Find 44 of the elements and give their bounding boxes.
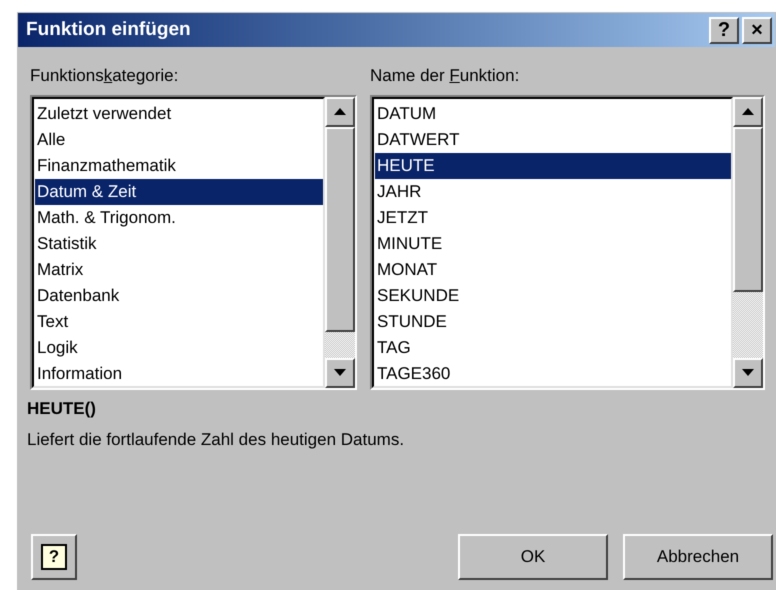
list-item[interactable]: Text	[35, 308, 323, 334]
list-item[interactable]: HEUTE	[375, 152, 731, 178]
ok-button[interactable]: OK	[458, 534, 608, 580]
list-item[interactable]: TAG	[375, 334, 731, 360]
function-signature: HEUTE()	[27, 398, 97, 420]
scroll-down-button[interactable]	[325, 358, 355, 388]
scroll-down-button[interactable]	[733, 358, 763, 388]
list-item[interactable]: SEKUNDE	[375, 282, 731, 308]
down-triangle-icon	[742, 369, 754, 376]
list-item[interactable]: JETZT	[375, 204, 731, 230]
list-item[interactable]: Datum & Zeit	[35, 178, 323, 204]
function-description: Liefert die fortlaufende Zahl des heutigen Datums.	[27, 429, 406, 451]
list-item[interactable]: Finanzmathematik	[35, 152, 323, 178]
scrollbar[interactable]	[325, 96, 355, 388]
list-item[interactable]: Logik	[35, 334, 323, 360]
help-title-button[interactable]: ?	[709, 16, 739, 44]
list-item[interactable]: Alle	[35, 126, 323, 152]
list-item[interactable]: DATWERT	[375, 126, 731, 152]
list-item[interactable]: MINUTE	[375, 230, 731, 256]
down-triangle-icon	[334, 369, 346, 376]
list-item[interactable]: Information	[35, 360, 323, 386]
scroll-up-button[interactable]	[325, 96, 355, 126]
window-title: Funktion einfügen	[26, 18, 191, 42]
list-item[interactable]: Matrix	[35, 256, 323, 282]
scroll-thumb[interactable]	[325, 126, 355, 332]
scroll-up-button[interactable]	[733, 96, 763, 126]
list-item[interactable]: Zuletzt verwendet	[35, 100, 323, 126]
list-item[interactable]: TAGE360	[375, 360, 731, 386]
list-item[interactable]: Math. & Trigonom.	[35, 204, 323, 230]
list-item[interactable]: DATUM	[375, 100, 731, 126]
up-triangle-icon	[334, 108, 346, 115]
scroll-thumb[interactable]	[733, 126, 763, 292]
list-item[interactable]: STUNDE	[375, 308, 731, 334]
list-item[interactable]: JAHR	[375, 178, 731, 204]
cancel-button[interactable]: Abbrechen	[623, 534, 773, 580]
function-label: Name der Funktion:	[370, 65, 520, 87]
list-item[interactable]: MONAT	[375, 256, 731, 282]
help-button[interactable]: ?	[31, 534, 77, 580]
category-label: Funktionskategorie:	[30, 65, 180, 87]
list-item[interactable]: Statistik	[35, 230, 323, 256]
close-button[interactable]: ×	[742, 16, 772, 44]
list-item[interactable]: Datenbank	[35, 282, 323, 308]
scrollbar[interactable]	[733, 96, 763, 388]
up-triangle-icon	[742, 108, 754, 115]
